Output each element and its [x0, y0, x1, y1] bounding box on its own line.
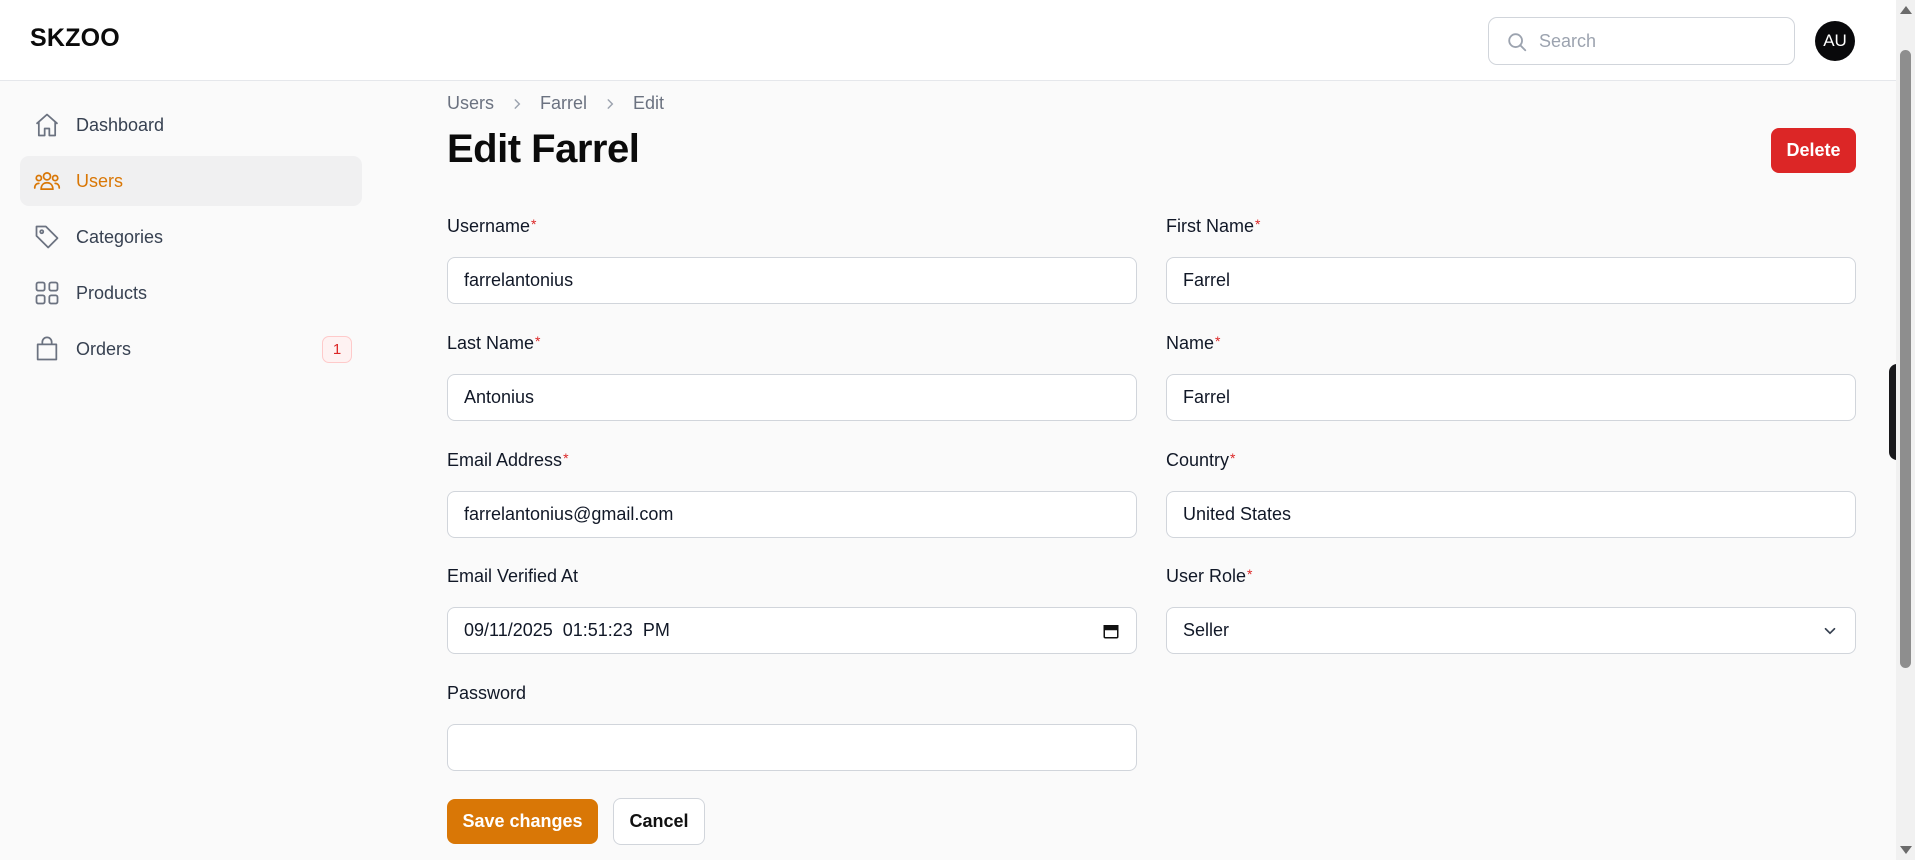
required-marker: * — [535, 333, 541, 349]
scrollbar-thumb[interactable] — [1900, 50, 1911, 668]
email-verified-at-value: 09/11/2025 01:51:23 PM — [464, 620, 670, 640]
sidebar-item-label: Orders — [76, 338, 132, 359]
chevron-right-icon — [510, 97, 524, 111]
scroll-down-arrow-icon[interactable] — [1900, 846, 1912, 854]
username-input[interactable] — [464, 270, 1120, 291]
user-role-value: Seller — [1183, 620, 1230, 640]
sidebar-item-orders[interactable]: Orders 1 — [20, 324, 362, 374]
sidebar-item-label: Users — [76, 170, 124, 191]
save-changes-button[interactable]: Save changes — [447, 799, 598, 844]
email-field: Email Address* — [447, 450, 1137, 538]
scroll-up-arrow-icon[interactable] — [1900, 6, 1912, 14]
search-input[interactable] — [1539, 27, 1779, 55]
page-title: Edit Farrel — [447, 127, 640, 171]
country-input[interactable] — [1183, 504, 1839, 525]
users-icon — [32, 166, 62, 196]
first-name-input[interactable] — [1183, 270, 1839, 291]
breadcrumb-farrel[interactable]: Farrel — [540, 93, 587, 114]
required-marker: * — [1230, 450, 1236, 466]
password-label: Password — [447, 683, 527, 703]
email-input[interactable] — [464, 504, 1120, 525]
email-verified-at-label: Email Verified At — [447, 566, 579, 586]
user-role-label: User Role — [1166, 566, 1247, 586]
email-label: Email Address — [447, 450, 563, 470]
sidebar-item-dashboard[interactable]: Dashboard — [20, 100, 362, 150]
password-input[interactable] — [464, 737, 1120, 758]
sidebar-item-label: Products — [76, 282, 148, 303]
home-icon — [32, 110, 62, 140]
first-name-label: First Name — [1166, 216, 1255, 236]
grid-icon — [32, 278, 62, 308]
delete-button[interactable]: Delete — [1771, 128, 1856, 173]
last-name-field: Last Name* — [447, 333, 1137, 421]
required-marker: * — [1247, 566, 1253, 582]
last-name-label: Last Name — [447, 333, 535, 353]
cancel-button[interactable]: Cancel — [613, 798, 705, 845]
name-input[interactable] — [1183, 387, 1839, 408]
avatar[interactable]: AU — [1815, 21, 1855, 61]
sidebar-item-categories[interactable]: Categories — [20, 212, 362, 262]
username-label: Username — [447, 216, 531, 236]
email-verified-at-input[interactable]: 09/11/2025 01:51:23 PM — [447, 607, 1137, 654]
tag-icon — [32, 222, 62, 252]
calendar-icon[interactable] — [1102, 622, 1120, 640]
first-name-field: First Name* — [1166, 216, 1856, 304]
orders-count-badge: 1 — [322, 336, 352, 363]
sidebar: Dashboard Users Categories Products Orde… — [20, 100, 362, 380]
sidebar-item-products[interactable]: Products — [20, 268, 362, 318]
top-bar: SKZOO AU — [0, 0, 1896, 81]
password-field: Password — [447, 683, 1137, 771]
name-field: Name* — [1166, 333, 1856, 421]
last-name-input[interactable] — [464, 387, 1120, 408]
search-box[interactable] — [1488, 17, 1795, 65]
country-label: Country — [1166, 450, 1230, 470]
sidebar-item-users[interactable]: Users — [20, 156, 362, 206]
name-label: Name — [1166, 333, 1215, 353]
country-field: Country* — [1166, 450, 1856, 538]
scrollbar[interactable] — [1896, 0, 1915, 860]
shopping-bag-icon — [32, 334, 62, 364]
search-icon — [1508, 33, 1527, 52]
required-marker: * — [531, 216, 537, 232]
user-role-field: User Role* Seller — [1166, 566, 1856, 654]
username-field: Username* — [447, 216, 1137, 304]
breadcrumb-edit: Edit — [633, 93, 665, 113]
breadcrumb-users[interactable]: Users — [447, 93, 494, 114]
breadcrumb: Users Farrel Edit — [447, 93, 664, 114]
user-role-select[interactable]: Seller — [1166, 607, 1856, 654]
chevron-down-icon — [1821, 622, 1839, 640]
sidebar-item-label: Categories — [76, 226, 164, 247]
chevron-right-icon — [603, 97, 617, 111]
sidebar-item-label: Dashboard — [76, 114, 165, 135]
email-verified-at-field: Email Verified At 09/11/2025 01:51:23 PM — [447, 566, 1137, 654]
required-marker: * — [563, 450, 569, 466]
required-marker: * — [1215, 333, 1221, 349]
required-marker: * — [1255, 216, 1261, 232]
brand-logo[interactable]: SKZOO — [30, 24, 120, 53]
